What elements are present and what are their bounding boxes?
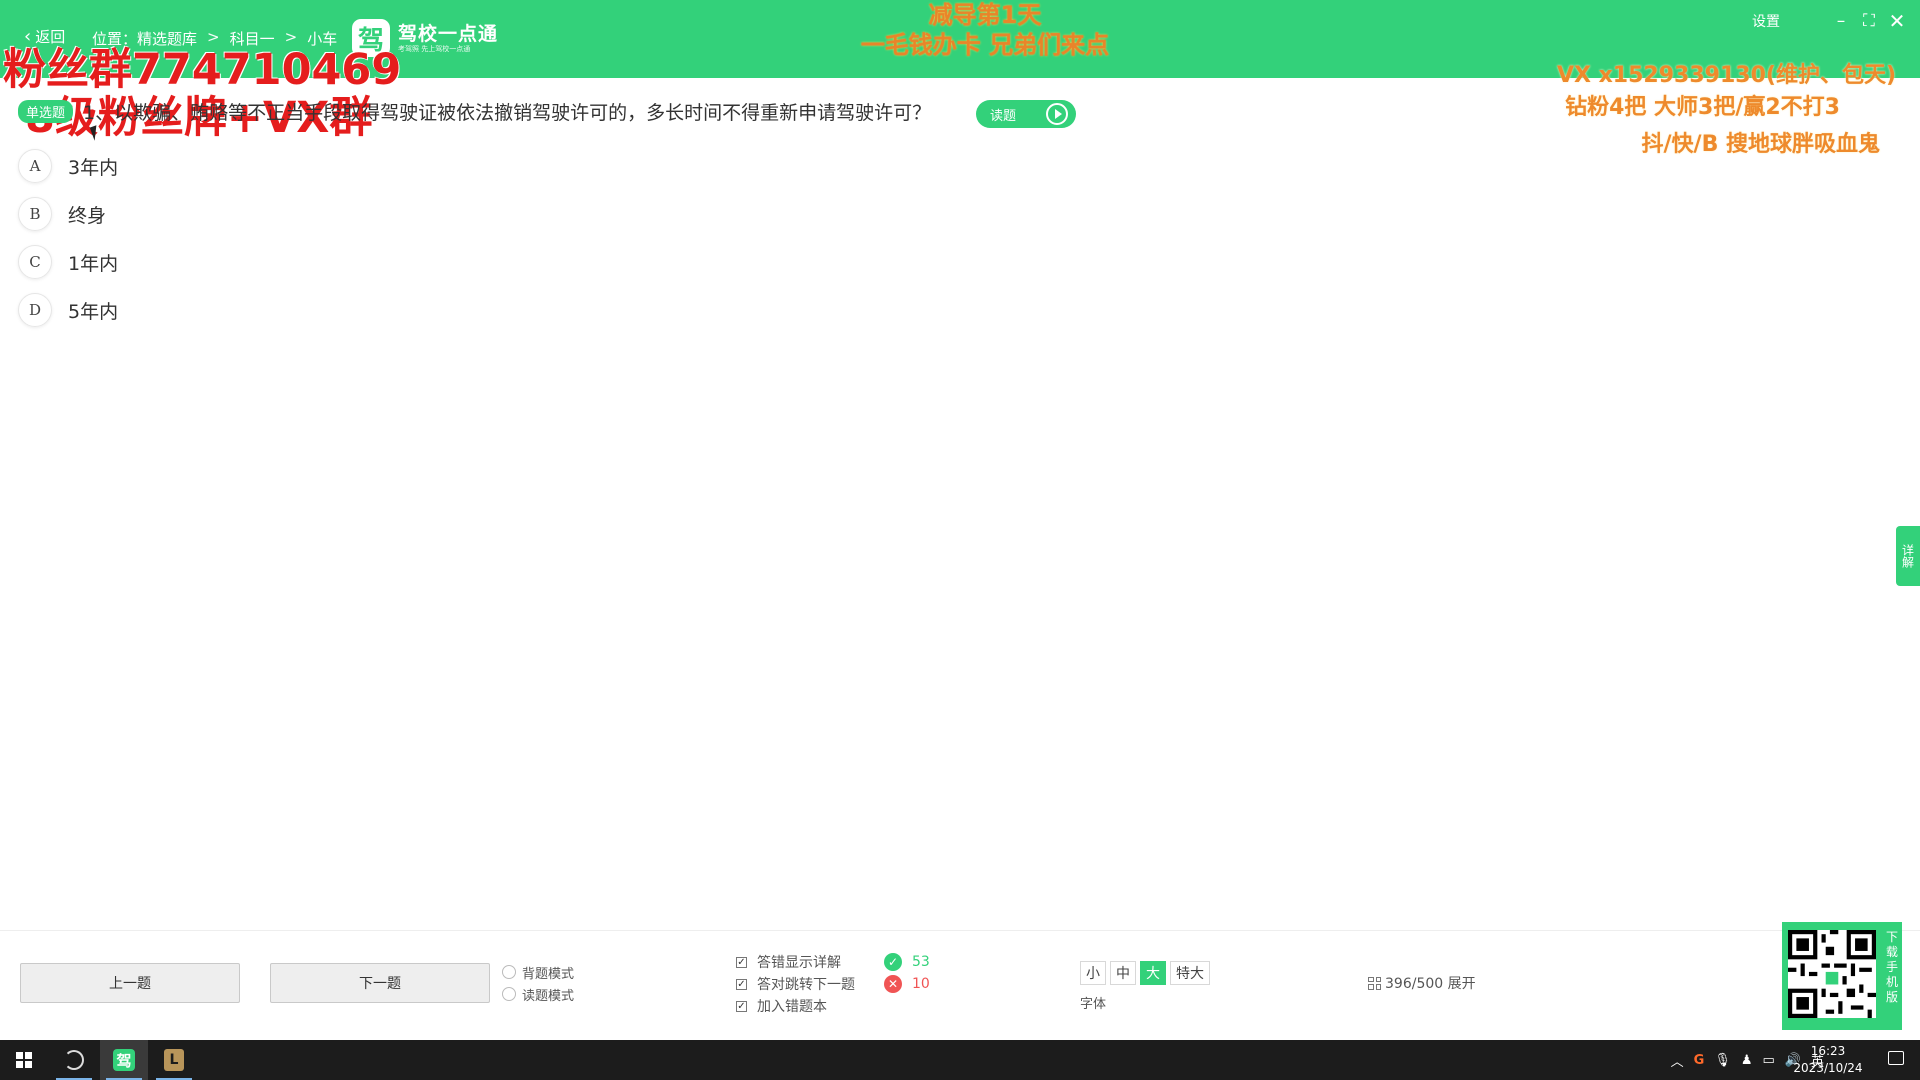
qr-download-panel[interactable]: 下载手机版 (1782, 922, 1902, 1030)
grid-icon (1368, 976, 1381, 990)
watermark-left-line-1: 粉丝群774710469 (3, 45, 402, 95)
watermark-right-line-1: VX x1529339130(维护、包天) (1556, 63, 1896, 88)
qr-label: 下载手机版 (1885, 930, 1898, 1004)
option-letter: A (18, 149, 52, 183)
correct-stat: ✓ 53 (884, 951, 930, 973)
option-text: 3年内 (68, 156, 119, 179)
g-app-icon[interactable]: G (1694, 1053, 1705, 1068)
start-button[interactable] (0, 1040, 48, 1080)
windows-icon (16, 1052, 32, 1068)
font-xlarge-button[interactable]: 特大 (1170, 961, 1210, 985)
checkbox-auto-next[interactable]: ✓ 答对跳转下一题 (736, 973, 855, 995)
mode-label: 背题模式 (522, 966, 575, 982)
clock-date: 2023/10/24 (1793, 1061, 1863, 1075)
explanation-tab[interactable]: 详解 (1896, 526, 1920, 586)
logo-title: 驾校一点通 (398, 22, 499, 45)
back-button[interactable]: ‹ 返回 (24, 26, 65, 47)
option-a[interactable]: A 3年内 (18, 142, 118, 190)
question-type-badge: 单选题 (18, 100, 74, 123)
settings-button[interactable]: 设置 (1752, 11, 1780, 31)
mode-selector: 背题模式 读题模式 (502, 961, 574, 1005)
bottom-control-bar: 上一题 下一题 背题模式 读题模式 ✓ 答错显示详解 ✓ 答对跳转下一题 ✓ 加… (0, 930, 1920, 1041)
question-text: 1、以欺骗、贿赂等不正当手段取得驾驶证被依法撤销驾驶许可的，多长时间不得重新申请… (83, 102, 932, 124)
overlay-line-2: 一毛钱办卡 兄弟们来点 (860, 31, 1110, 59)
windows-taskbar: 驾 L ︿ G 🎙 ♟ ▭ 🔊 英 16:23 2023/10/24 (0, 1040, 1920, 1080)
checkbox-icon: ✓ (736, 1000, 747, 1012)
checkbox-add-wrongbook[interactable]: ✓ 加入错题本 (736, 995, 855, 1017)
back-label: 返回 (35, 28, 66, 46)
play-icon (1046, 103, 1068, 125)
watermark-fan-group: 粉丝群774710469 8级粉丝牌+VX群 (3, 46, 401, 142)
network-icon[interactable]: ▭ (1763, 1053, 1775, 1068)
radio-icon (502, 965, 516, 979)
font-small-button[interactable]: 小 (1080, 961, 1106, 985)
option-b[interactable]: B 终身 (18, 190, 118, 238)
close-icon[interactable]: ✕ (1884, 8, 1910, 34)
check-circle-icon: ✓ (884, 953, 902, 971)
swirl-app-icon (64, 1050, 84, 1070)
clock-time: 16:23 (1810, 1044, 1846, 1058)
option-text: 5年内 (68, 300, 119, 323)
x-circle-icon: ✕ (884, 975, 902, 993)
checkbox-label: 答对跳转下一题 (757, 977, 855, 993)
notification-icon[interactable] (1888, 1051, 1904, 1065)
jiaxiao-app-icon: 驾 (113, 1049, 135, 1071)
wrong-count: 10 (912, 976, 930, 992)
option-letter: B (18, 197, 52, 231)
question-row: 单选题 1、以欺骗、贿赂等不正当手段取得驾驶证被依法撤销驾驶许可的，多长时间不得… (18, 98, 931, 125)
taskbar-app-league[interactable]: L (150, 1040, 198, 1080)
qq-icon[interactable]: ♟ (1741, 1053, 1753, 1068)
answer-options: A 3年内 B 终身 C 1年内 D 5年内 (18, 142, 118, 334)
mode-label: 读题模式 (522, 988, 575, 1004)
answer-stats: ✓ 53 ✕ 10 (884, 951, 930, 995)
font-size-selector: 小 中 大 特大 字体 (1080, 961, 1210, 1012)
chevron-left-icon: ‹ (24, 25, 32, 47)
question-progress-expand[interactable]: 396/500 展开 (1368, 973, 1476, 993)
stream-overlay-banner: 减导第1天 一毛钱办卡 兄弟们来点 (820, 0, 1150, 60)
prev-question-button[interactable]: 上一题 (20, 963, 240, 1003)
checkbox-icon: ✓ (736, 978, 747, 990)
checkbox-icon: ✓ (736, 956, 747, 968)
radio-icon (502, 987, 516, 1001)
read-label: 读题 (990, 108, 1017, 124)
checkbox-label: 加入错题本 (757, 999, 827, 1015)
option-text: 终身 (68, 204, 107, 227)
watermark-right-line-3: 抖/快/B 搜地球胖吸血鬼 (1641, 132, 1881, 157)
chevron-up-icon[interactable]: ︿ (1671, 1051, 1684, 1070)
next-question-button[interactable]: 下一题 (270, 963, 490, 1003)
checkbox-show-explanation[interactable]: ✓ 答错显示详解 (736, 951, 855, 973)
option-c[interactable]: C 1年内 (18, 238, 118, 286)
league-app-icon: L (164, 1049, 184, 1071)
checkbox-label: 答错显示详解 (757, 955, 841, 971)
watermark-right-line-2: 钻粉4把 大师3把/赢2不打3 (1565, 95, 1840, 120)
overlay-line-1: 减导第1天 (928, 1, 1042, 29)
option-text: 1年内 (68, 252, 119, 275)
options-checkboxes: ✓ 答错显示详解 ✓ 答对跳转下一题 ✓ 加入错题本 (736, 951, 855, 1017)
minimize-icon[interactable]: – (1828, 8, 1854, 34)
font-size-label: 字体 (1080, 997, 1107, 1012)
option-letter: C (18, 245, 52, 279)
qr-code-icon (1788, 930, 1876, 1018)
font-large-button[interactable]: 大 (1140, 961, 1166, 985)
logo-subtitle: 考驾照 先上驾校一点通 (398, 44, 471, 53)
microphone-icon[interactable]: 🎙 (1714, 1053, 1731, 1068)
mode-read-radio[interactable]: 读题模式 (502, 983, 574, 1005)
watermark-contact: VX x1529339130(维护、包天) 钻粉4把 大师3把/赢2不打3 抖/… (1556, 60, 1896, 162)
option-letter: D (18, 293, 52, 327)
progress-text: 396/500 展开 (1385, 976, 1476, 992)
option-d[interactable]: D 5年内 (18, 286, 118, 334)
correct-count: 53 (912, 954, 930, 970)
mode-recite-radio[interactable]: 背题模式 (502, 961, 574, 983)
taskbar-app-stream[interactable] (50, 1040, 98, 1080)
read-question-button[interactable]: 读题 (976, 100, 1076, 128)
wrong-stat: ✕ 10 (884, 973, 930, 995)
maximize-icon[interactable]: ⛶ (1856, 8, 1882, 34)
font-medium-button[interactable]: 中 (1110, 961, 1136, 985)
system-clock[interactable]: 16:23 2023/10/24 (1788, 1043, 1868, 1077)
taskbar-app-jiaxiao[interactable]: 驾 (100, 1040, 148, 1080)
